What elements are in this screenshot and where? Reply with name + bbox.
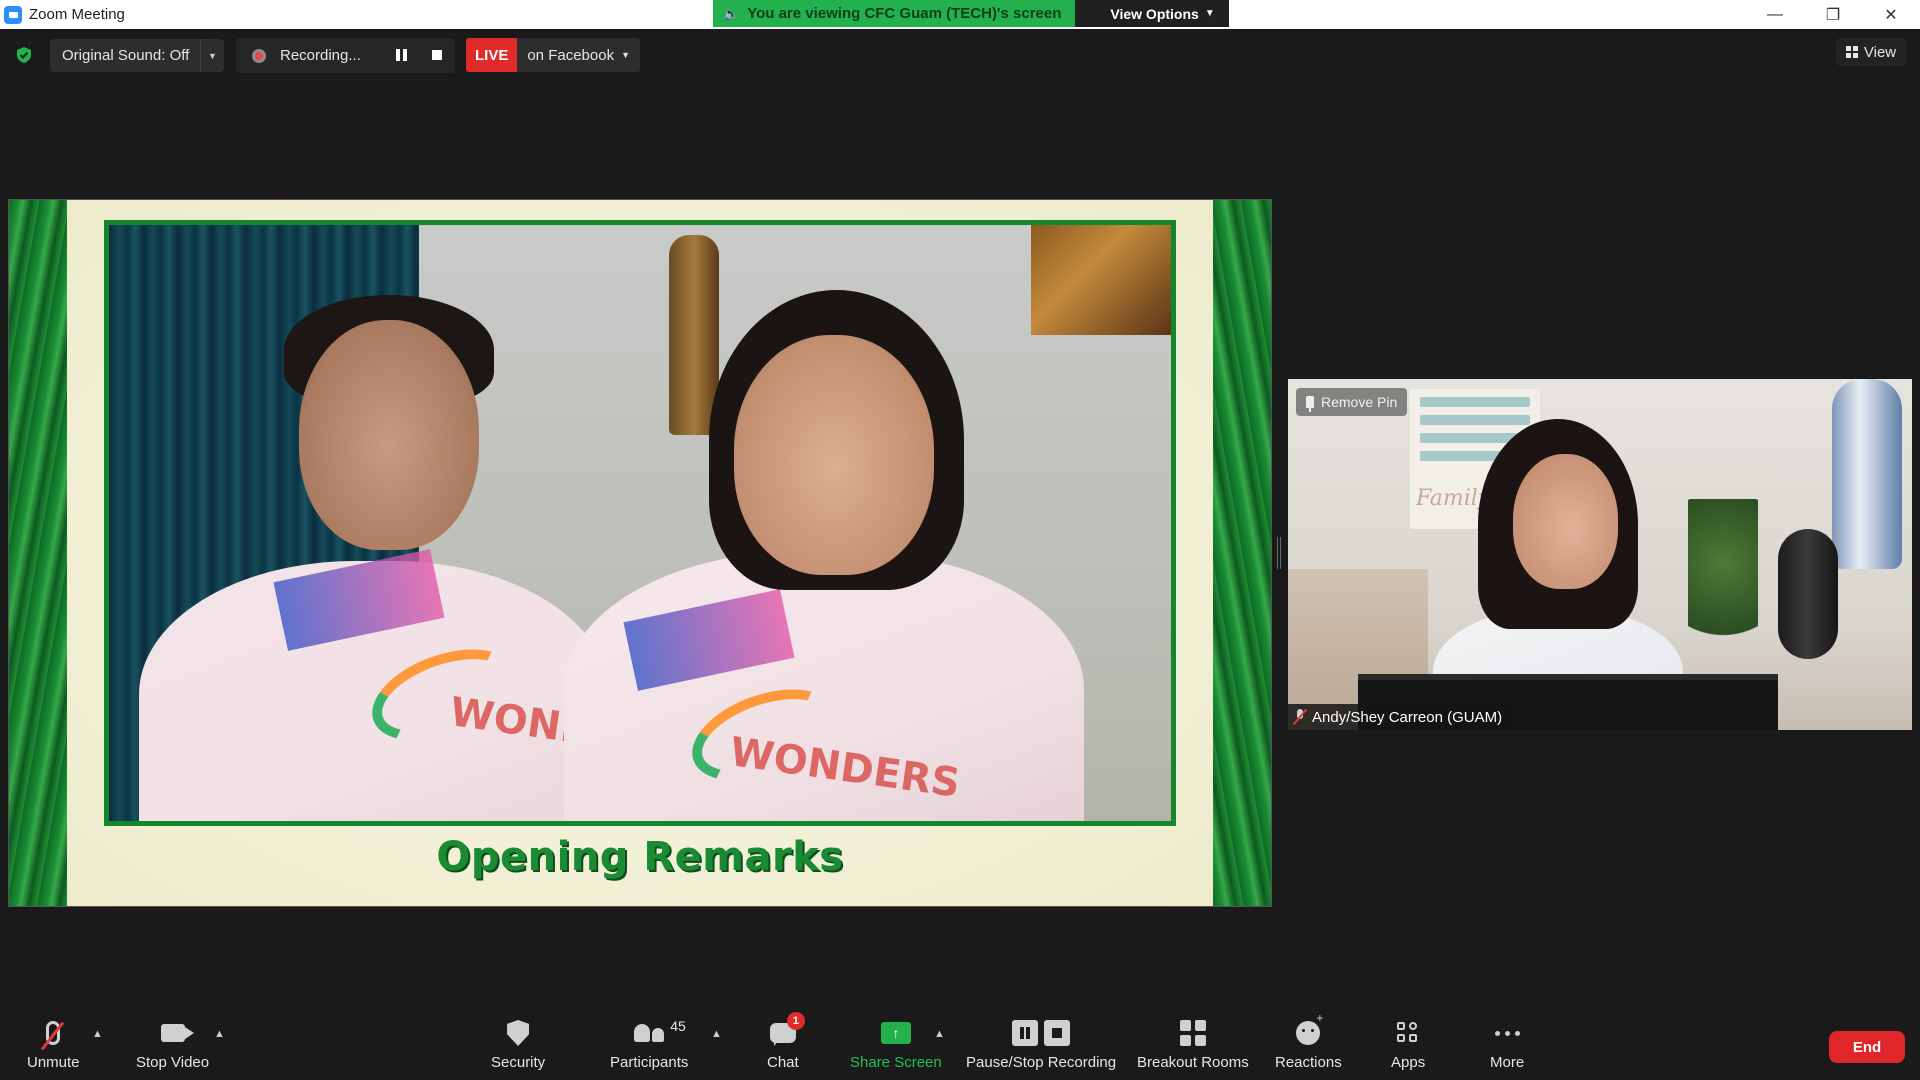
more-button[interactable]: More (1490, 1016, 1524, 1071)
pause-recording-icon[interactable] (396, 49, 407, 61)
participants-count: 45 (670, 1018, 686, 1034)
more-label: More (1490, 1054, 1525, 1071)
speaker-icon: 🔈 (723, 5, 740, 21)
original-sound-button[interactable]: Original Sound: Off ▼ (50, 39, 224, 72)
viewing-screen-text: You are viewing CFC Guam (TECH)'s screen (747, 5, 1062, 22)
zoom-app-icon (4, 5, 22, 24)
view-options-label: View Options (1110, 5, 1199, 22)
participants-icon (634, 1024, 665, 1042)
panel-splitter-handle[interactable] (1277, 537, 1281, 569)
share-screen-caret-icon[interactable]: ▲ (934, 1028, 945, 1040)
security-shield-icon (507, 1020, 530, 1046)
security-button[interactable]: Security (491, 1016, 545, 1071)
participants-button[interactable]: 45 Participants (610, 1016, 688, 1071)
original-sound-label: Original Sound: Off (62, 47, 190, 64)
encryption-shield-icon[interactable] (15, 46, 33, 64)
breakout-rooms-button[interactable]: Breakout Rooms (1137, 1016, 1249, 1071)
recording-indicator: Recording... (236, 38, 455, 73)
pin-icon (1306, 396, 1314, 412)
unmute-label: Unmute (27, 1054, 80, 1071)
reactions-smiley-icon (1296, 1011, 1323, 1045)
stop-recording-icon[interactable] (432, 50, 442, 60)
participant-name: Andy/Shey Carreon (GUAM) (1312, 708, 1503, 726)
muted-mic-icon (1294, 709, 1306, 725)
participants-caret-icon[interactable]: ▲ (711, 1028, 722, 1040)
stop-video-button[interactable]: Stop Video (136, 1016, 209, 1071)
share-screen-label: Share Screen (850, 1054, 942, 1071)
minimize-icon[interactable]: — (1746, 0, 1804, 29)
wall-pictures (1031, 225, 1171, 335)
window-controls: — ❐ ✕ (1746, 0, 1920, 29)
security-label: Security (491, 1054, 546, 1071)
chevron-down-icon[interactable]: ▼ (200, 39, 224, 72)
remove-pin-button[interactable]: Remove Pin (1296, 388, 1408, 416)
reactions-button[interactable]: Reactions (1275, 1011, 1342, 1071)
screen-share-banner: 🔈 You are viewing CFC Guam (TECH)'s scre… (713, 0, 1229, 27)
viewing-screen-message: 🔈 You are viewing CFC Guam (TECH)'s scre… (713, 0, 1076, 27)
bamboo-border-left (9, 200, 67, 906)
live-target-dropdown[interactable]: on Facebook ▼ (517, 38, 640, 72)
chat-button[interactable]: 1 Chat (767, 1012, 805, 1071)
share-screen-arrow-icon: ↑ (880, 1022, 911, 1044)
breakout-rooms-label: Breakout Rooms (1137, 1054, 1249, 1071)
pause-stop-recording-icon (1012, 1020, 1071, 1046)
restore-icon[interactable]: ❐ (1804, 0, 1862, 29)
more-ellipsis-icon (1494, 1030, 1520, 1036)
live-stream-control[interactable]: LIVE on Facebook ▼ (466, 38, 640, 72)
apps-button[interactable]: Apps (1391, 1016, 1425, 1071)
grid-view-icon (1845, 46, 1858, 58)
slide-title: Opening Remarks (436, 834, 844, 880)
person-left-face (299, 320, 479, 550)
shared-screen[interactable]: WONDERS WONDERS Opening Remarks (8, 199, 1272, 907)
microphone (1778, 529, 1838, 659)
plant (1688, 499, 1758, 659)
participant-face (1513, 454, 1618, 589)
pause-stop-recording-label: Pause/Stop Recording (966, 1054, 1117, 1071)
statue (1832, 379, 1902, 569)
chevron-down-icon: ▼ (621, 50, 630, 60)
chevron-down-icon: ▼ (1204, 8, 1215, 19)
live-badge: LIVE (466, 38, 518, 72)
recording-label: Recording... (280, 47, 361, 64)
stop-video-label: Stop Video (136, 1054, 210, 1071)
close-icon[interactable]: ✕ (1862, 0, 1920, 29)
end-meeting-button[interactable]: End (1829, 1031, 1905, 1063)
chat-unread-badge: 1 (786, 1012, 805, 1030)
participant-name-tag: Andy/Shey Carreon (GUAM) (1288, 704, 1513, 730)
view-options-button[interactable]: View Options ▼ (1075, 0, 1229, 27)
remove-pin-label: Remove Pin (1321, 394, 1398, 410)
apps-icon (1397, 1022, 1419, 1044)
pinned-participant-video[interactable]: Family Pi Remove Pin Andy/Shey Carreon (… (1288, 379, 1912, 730)
unmute-button[interactable]: Unmute (27, 1016, 80, 1071)
video-frame: WONDERS WONDERS (104, 220, 1176, 826)
bamboo-border-right (1213, 200, 1271, 906)
video-camera-icon (160, 1024, 185, 1042)
view-label: View (1863, 43, 1897, 61)
chat-label: Chat (767, 1054, 799, 1071)
recording-dot-icon (252, 48, 266, 63)
audio-options-caret-icon[interactable]: ▲ (92, 1028, 103, 1040)
meeting-controls-bar: Unmute ▲ Stop Video ▲ Security 45 Partic… (0, 1010, 1920, 1080)
window-title: Zoom Meeting (29, 6, 125, 23)
participants-label: Participants (610, 1054, 689, 1071)
muted-mic-icon (46, 1021, 61, 1045)
view-button[interactable]: View (1836, 38, 1906, 66)
live-target-label: on Facebook (527, 46, 615, 64)
share-screen-button[interactable]: ↑ Share Screen (850, 1016, 942, 1071)
breakout-rooms-icon (1179, 1020, 1206, 1046)
reactions-label: Reactions (1275, 1054, 1342, 1071)
apps-label: Apps (1391, 1054, 1426, 1071)
video-options-caret-icon[interactable]: ▲ (214, 1028, 225, 1040)
person-right-face (734, 335, 934, 575)
pause-stop-recording-button[interactable]: Pause/Stop Recording (966, 1016, 1116, 1071)
